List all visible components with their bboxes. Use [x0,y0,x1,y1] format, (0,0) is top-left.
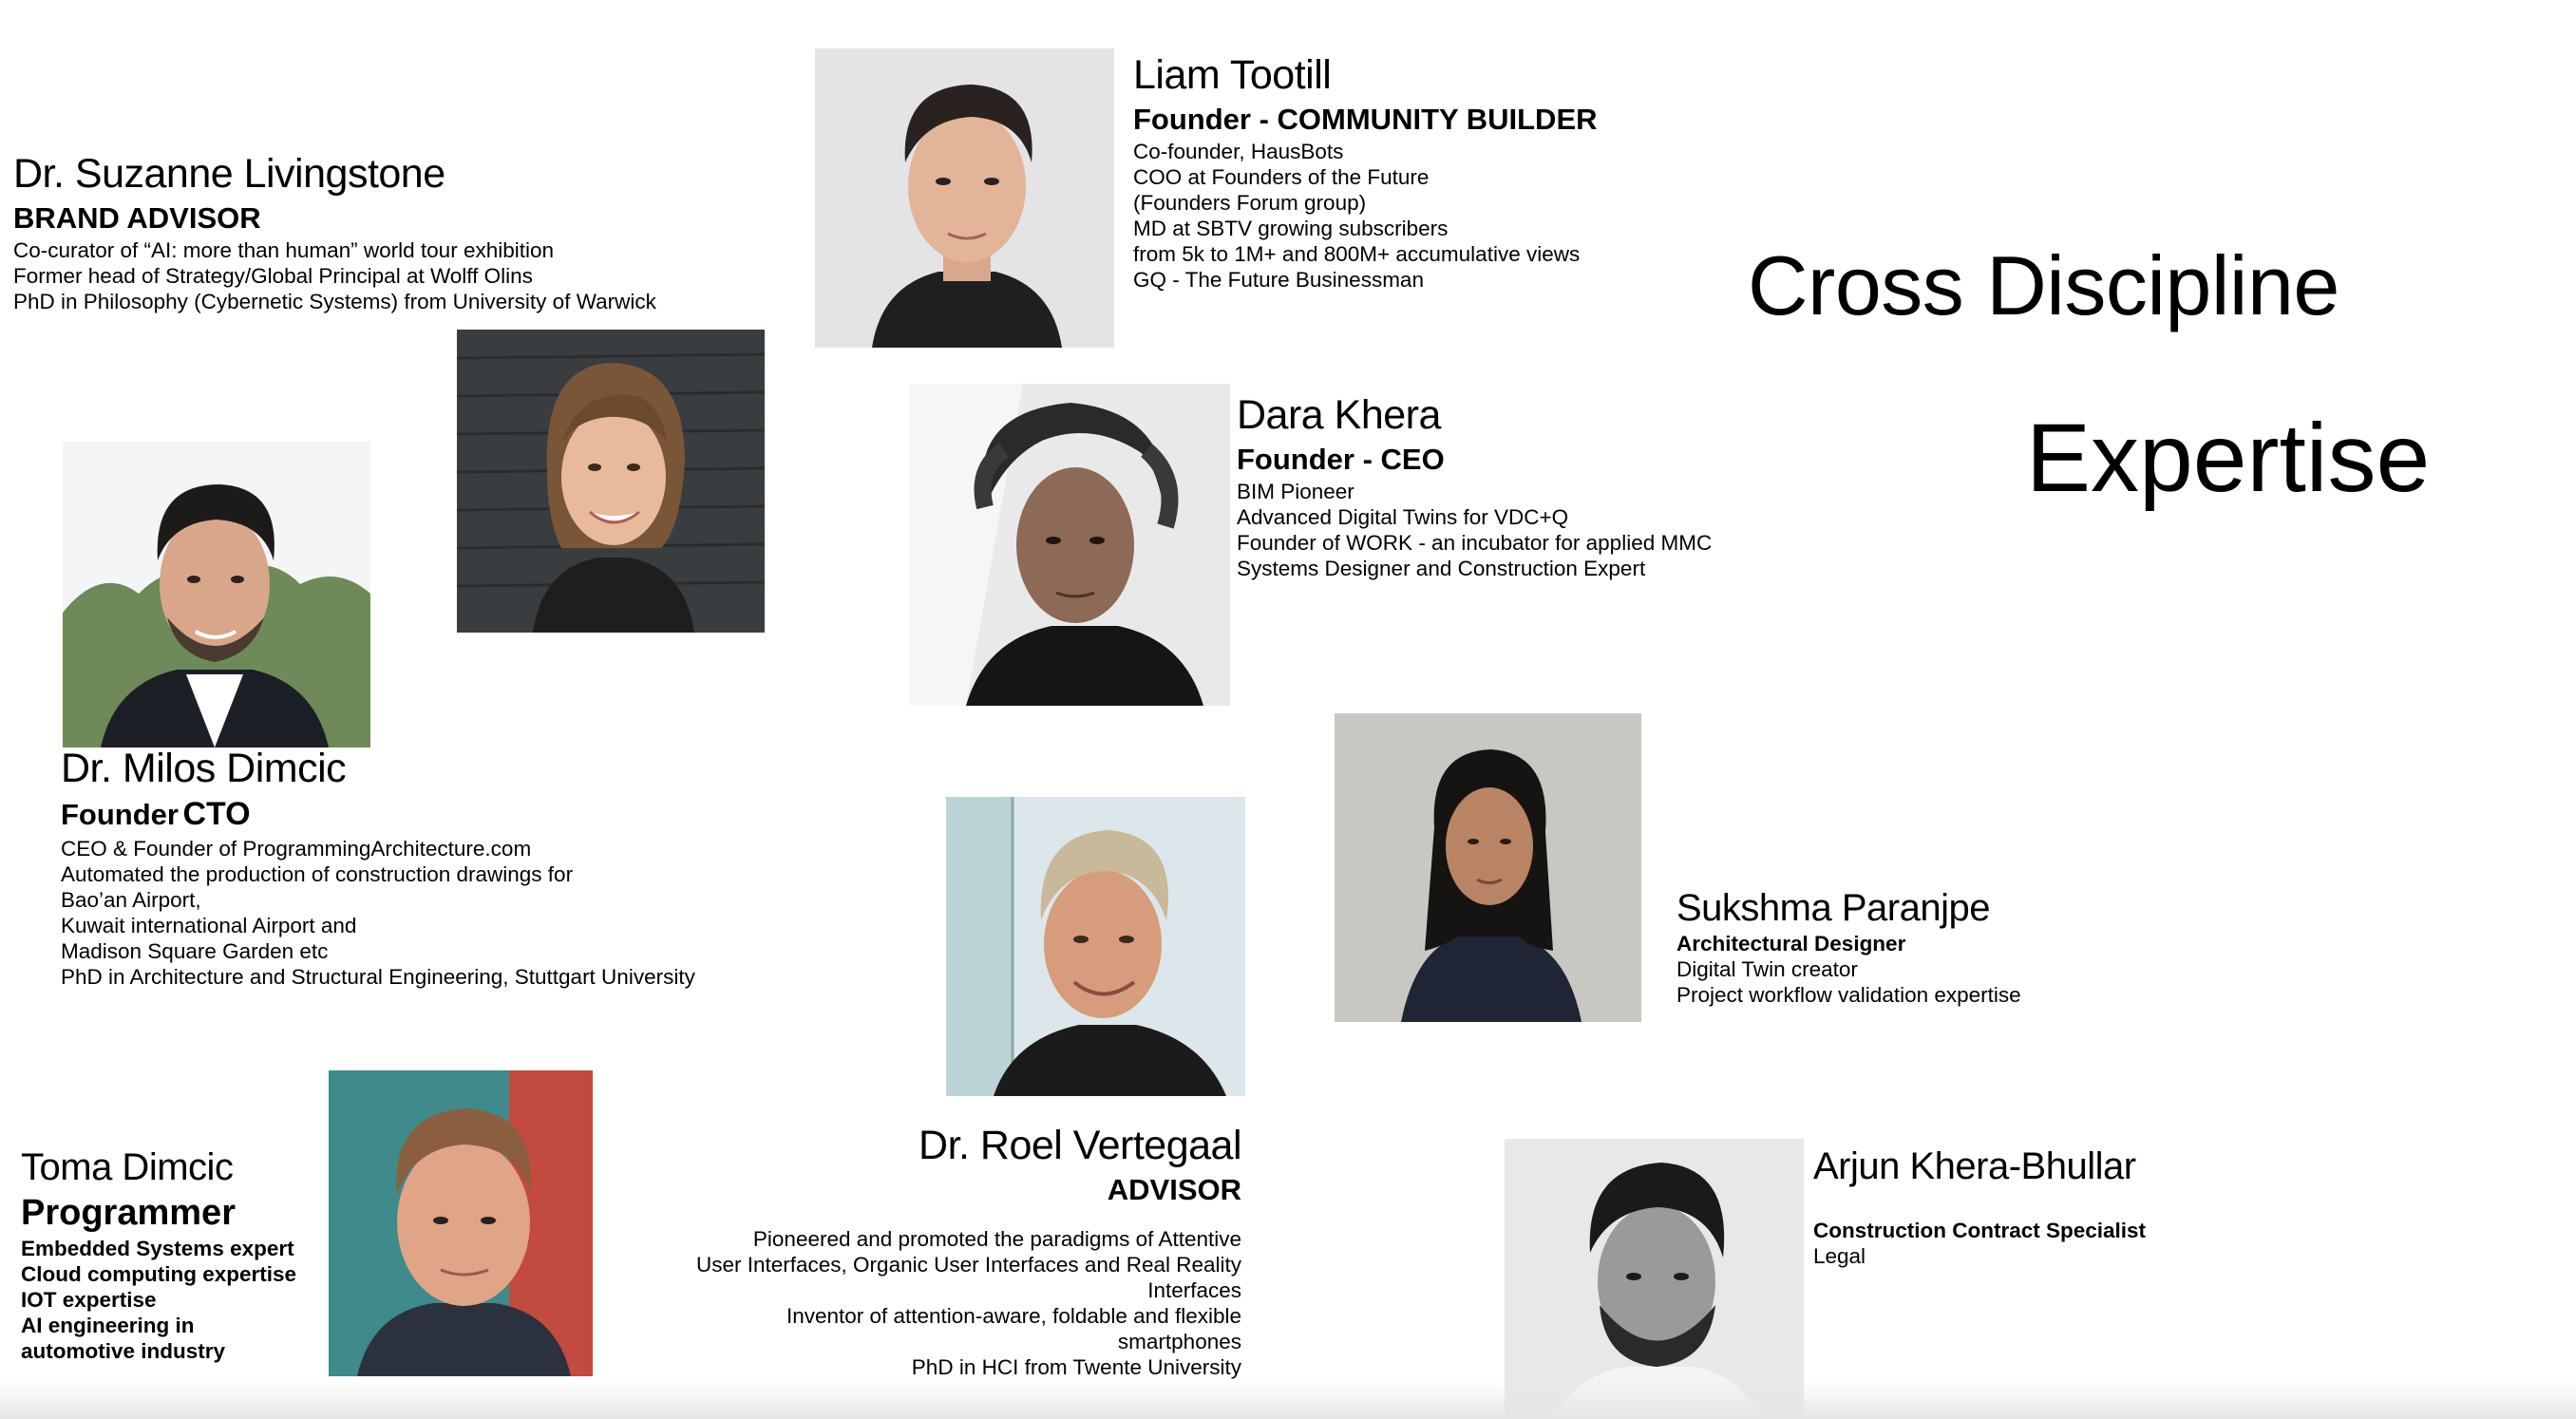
bio-line: automotive industry [21,1338,226,1363]
bio-line: Legal [1813,1244,1866,1268]
bio-line: GQ - The Future Businessman [1133,268,1424,293]
bio-line: PhD in Philosophy (Cybernetic Systems) f… [13,290,656,314]
profile-suzanne: Dr. Suzanne Livingstone BRAND ADVISOR Co… [13,151,656,314]
profile-liam: Liam Tootill Founder - COMMUNITY BUILDER… [1133,52,1598,293]
bio-line: COO at Founders of the Future [1133,165,1430,190]
bio-line: PhD in HCI from Twente University [911,1355,1241,1380]
photo-roel [946,797,1245,1096]
person-role: Founder - COMMUNITY BUILDER [1133,103,1598,137]
person-name: Dr. Suzanne Livingstone [13,151,445,197]
bio-line: CEO & Founder of ProgrammingArchitecture… [61,837,532,861]
bio-line: Co-curator of “AI: more than human” worl… [13,238,555,263]
person-bio: Pioneered and promoted the paradigms of … [696,1226,1241,1380]
photo-milos [63,442,370,747]
profile-milos: Dr. Milos Dimcic Founder CTO CEO & Found… [61,746,695,990]
bio-line: Advanced Digital Twins for VDC+Q [1237,505,1569,530]
role-suffix: CTO [182,796,251,833]
person-bio: Co-curator of “AI: more than human” worl… [13,237,656,314]
person-bio: Architectural Designer Digital Twin crea… [1676,931,2021,1008]
bio-line: Co-founder, HausBots [1133,140,1344,164]
bio-line: smartphones [1117,1330,1241,1354]
bio-line: Digital Twin creator [1676,957,1858,981]
bio-line: from 5k to 1M+ and 800M+ accumulative vi… [1133,242,1581,267]
person-role: Founder - CEO [1237,443,1445,477]
photo-liam [815,48,1114,348]
photo-dara [909,384,1230,706]
person-name: Liam Tootill [1133,52,1332,98]
profile-roel: Dr. Roel Vertegaal ADVISOR Pioneered and… [696,1123,1242,1380]
person-role: ADVISOR [1107,1173,1241,1207]
person-name: Dr. Roel Vertegaal [919,1123,1241,1168]
bio-line: Kuwait international Airport and [61,914,357,938]
bio-line: BIM Pioneer [1237,480,1354,504]
bio-line: Pioneered and promoted the paradigms of … [752,1227,1241,1252]
bio-line: Systems Designer and Construction Expert [1237,557,1646,581]
person-role: Founder CTO [61,795,695,834]
photo-arjun [1505,1139,1804,1419]
person-name: Sukshma Paranjpe [1676,887,1990,929]
bio-line: PhD in Architecture and Structural Engin… [61,965,695,990]
photo-toma [329,1070,593,1376]
bio-line: Former head of Strategy/Global Principal… [13,264,533,289]
bio-line: IOT expertise [21,1287,157,1312]
person-role: Programmer [21,1193,236,1233]
photo-sukshma [1335,713,1641,1022]
bio-line: Madison Square Garden etc [61,939,329,964]
person-bio: Co-founder, HausBots COO at Founders of … [1133,139,1598,293]
bio-line: Embedded Systems expert [21,1236,294,1260]
bio-line: AI engineering in [21,1313,195,1337]
bio-line: MD at SBTV growing subscribers [1133,217,1449,241]
person-bio: Construction Contract Specialist Legal [1813,1218,2146,1269]
bottom-shadow [0,1381,2576,1419]
photo-suzanne [457,330,765,633]
profile-dara: Dara Khera Founder - CEO BIM Pioneer Adv… [1237,392,1712,581]
bio-line: Automated the production of construction… [61,862,574,887]
headline-expertise: Expertise [2026,404,2431,512]
person-bio: CEO & Founder of ProgrammingArchitecture… [61,836,695,990]
person-bio: Embedded Systems expert Cloud computing … [21,1236,296,1364]
bio-line: Cloud computing expertise [21,1261,297,1286]
bio-line: Interfaces [1147,1278,1241,1303]
bio-line: (Founders Forum group) [1133,191,1367,216]
person-bio: BIM Pioneer Advanced Digital Twins for V… [1237,479,1712,581]
person-name: Toma Dimcic [21,1146,234,1188]
person-name: Dr. Milos Dimcic [61,746,347,791]
person-role: Construction Contract Specialist [1813,1219,2147,1242]
bio-line: User Interfaces, Organic User Interfaces… [696,1253,1241,1277]
headline-cross-discipline: Cross Discipline [1748,238,2339,332]
bio-line: Founder of WORK - an incubator for appli… [1237,531,1713,556]
role-prefix: Founder [61,798,179,832]
person-name: Arjun Khera-Bhullar [1813,1145,2136,1187]
bio-line: Project workflow validation expertise [1676,983,2021,1007]
profile-arjun: Arjun Khera-Bhullar Construction Contrac… [1813,1145,2146,1269]
person-role: BRAND ADVISOR [13,201,261,236]
profile-toma: Toma Dimcic Programmer Embedded Systems … [21,1146,296,1364]
bio-line: Bao’an Airport, [61,888,201,913]
person-name: Dara Khera [1237,392,1441,438]
profile-sukshma: Sukshma Paranjpe Architectural Designer … [1676,887,2021,1008]
person-role: Architectural Designer [1676,932,1906,955]
bio-line: Inventor of attention-aware, foldable an… [786,1304,1241,1329]
